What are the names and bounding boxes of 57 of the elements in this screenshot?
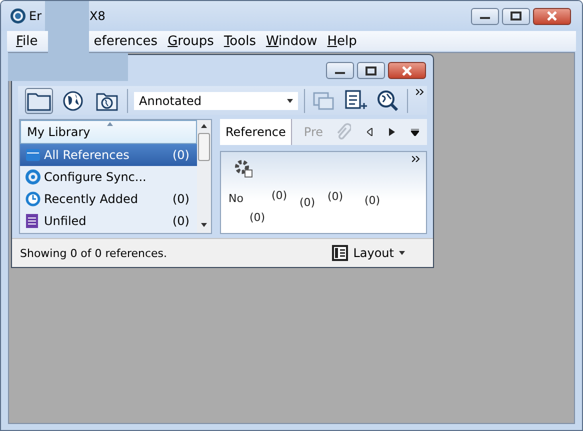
close-icon: [546, 11, 558, 21]
group-item[interactable]: Recently Added (0): [20, 188, 198, 210]
library-header[interactable]: My Library: [20, 120, 198, 144]
layout-button[interactable]: Layout: [326, 244, 411, 262]
close-button[interactable]: [533, 8, 571, 24]
sync-icon: [25, 169, 41, 185]
next-icon[interactable]: [389, 128, 395, 136]
menu-item[interactable]: eferences: [88, 31, 163, 51]
faded-label: No: [228, 192, 244, 205]
previous-icon[interactable]: [367, 128, 373, 136]
style-dropdown[interactable]: Annotated: [134, 92, 298, 110]
menu-item[interactable]: Tools: [218, 31, 261, 51]
menu-item[interactable]: File: [11, 31, 43, 51]
menu-item[interactable]: Window: [260, 31, 322, 51]
stack-icon: [25, 147, 41, 163]
minimize-button[interactable]: [471, 8, 499, 24]
group-item[interactable]: All References (0): [20, 144, 198, 166]
mode-button[interactable]: [25, 88, 53, 114]
new-reference-icon[interactable]: [345, 90, 367, 112]
scroll-thumb[interactable]: [198, 133, 210, 161]
window-frame-fragment: [45, 1, 89, 31]
clock-icon: [25, 191, 41, 207]
folder-icon: [27, 90, 51, 110]
group-item[interactable]: Unfiled (0): [20, 210, 198, 232]
menu-item[interactable]: Help: [322, 31, 362, 51]
faded-label: (0): [327, 190, 344, 203]
group-item[interactable]: Configure Sync...: [20, 166, 198, 188]
document-icon: [25, 213, 41, 229]
scroll-down-icon[interactable]: [201, 223, 208, 227]
maximize-button[interactable]: [502, 8, 530, 24]
online-search-icon[interactable]: [377, 90, 399, 112]
window-title: X8: [90, 9, 106, 23]
menu-item[interactable]: Groups: [162, 31, 219, 51]
app-logo-icon: [10, 8, 26, 24]
overflow-chevron-icon[interactable]: [412, 156, 420, 162]
faded-label: (0): [249, 211, 266, 224]
faded-label: (0): [364, 194, 380, 207]
maximize-icon: [365, 66, 377, 76]
scroll-up-icon[interactable]: [201, 124, 208, 128]
maximize-button[interactable]: [357, 62, 385, 79]
close-icon: [401, 66, 413, 76]
maximize-icon: [510, 11, 522, 21]
overflow-chevron-icon[interactable]: [416, 89, 424, 95]
caret-icon: [287, 98, 293, 102]
layout-icon: [332, 245, 348, 261]
sort-arrow-icon: [107, 122, 113, 126]
window-title: Er: [29, 9, 42, 23]
status-text: Showing 0 of 0 references.: [20, 246, 168, 260]
faded-label: (0): [271, 189, 288, 202]
paperclip-icon[interactable]: [335, 123, 351, 141]
scrollbar[interactable]: [197, 120, 212, 233]
panel-tab[interactable]: Reference: [220, 119, 292, 145]
close-button[interactable]: [388, 62, 426, 79]
panel-menu-icon[interactable]: [411, 128, 419, 136]
caret-icon: [399, 251, 405, 255]
faded-label: (0): [299, 196, 316, 209]
minimize-button[interactable]: [326, 62, 354, 79]
